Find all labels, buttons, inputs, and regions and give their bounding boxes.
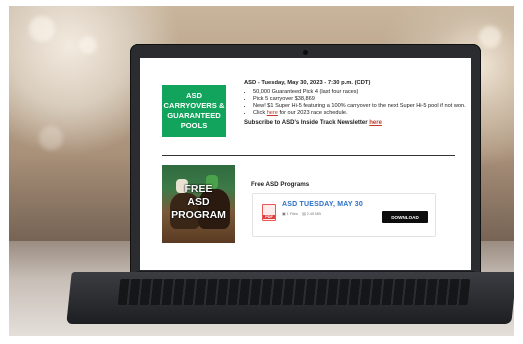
- program-meta: ▣ 1 Files ▤ 2.45 MB: [282, 211, 321, 216]
- file-count-icon: ▣: [282, 212, 286, 216]
- promo-line: ASD: [185, 91, 203, 100]
- file-size: 2.45 MB: [306, 212, 321, 216]
- programs-title: Free ASD Programs: [251, 181, 310, 188]
- laptop-screen: ASD CARRYOVERS & GUARANTEED POOLS ASD - …: [140, 58, 471, 270]
- newsletter-subscribe: Subscribe to ASD's Inside Track Newslett…: [244, 120, 466, 127]
- free-program-thumbnail[interactable]: FREE ASD PROGRAM: [162, 165, 235, 243]
- file-size-icon: ▤: [302, 212, 306, 216]
- promo-line: GUARANTEED: [167, 111, 221, 120]
- subscribe-text: Subscribe to ASD's Inside Track Newslett…: [244, 120, 370, 126]
- news-heading: ASD - Tuesday, May 30, 2023 - 7:30 p.m. …: [244, 80, 371, 86]
- schedule-suffix: for our 2023 race schedule.: [277, 110, 348, 116]
- schedule-prefix: Click: [253, 110, 267, 116]
- news-list: 50,000 Guaranteed Pick 4 (last four race…: [244, 89, 466, 117]
- schedule-link[interactable]: here: [267, 110, 278, 116]
- promo-line: CARRYOVERS &: [163, 101, 225, 110]
- thumbnail-line: FREE: [184, 183, 213, 195]
- background-photo: ASD CARRYOVERS & GUARANTEED POOLS ASD - …: [9, 6, 514, 336]
- carryovers-promo-banner[interactable]: ASD CARRYOVERS & GUARANTEED POOLS: [162, 85, 226, 137]
- promo-line: POOLS: [180, 121, 208, 130]
- section-divider: [162, 155, 455, 156]
- subscribe-link[interactable]: here: [369, 120, 382, 126]
- news-item-schedule: Click here for our 2023 race schedule.: [253, 110, 466, 117]
- thumbnail-line: ASD: [187, 196, 210, 208]
- laptop-lid: ASD CARRYOVERS & GUARANTEED POOLS ASD - …: [130, 44, 481, 276]
- news-item: Pick 5 carryover $38,869: [253, 96, 466, 103]
- news-item: New! $1 Super Hi-5 featuring a 100% carr…: [253, 103, 466, 110]
- thumbnail-line: PROGRAM: [171, 209, 226, 221]
- file-count: 1 Files: [286, 212, 298, 216]
- program-title-link[interactable]: ASD TUESDAY, MAY 30: [282, 201, 363, 208]
- download-button[interactable]: DOWNLOAD: [382, 211, 428, 223]
- program-download-card: PDF ASD TUESDAY, MAY 30 ▣ 1 Files ▤ 2.45…: [252, 193, 436, 237]
- laptop-keyboard: [117, 279, 471, 305]
- pdf-label: PDF: [263, 215, 275, 219]
- webcam: [303, 50, 308, 55]
- news-item: 50,000 Guaranteed Pick 4 (last four race…: [253, 89, 466, 96]
- race-news: ASD - Tuesday, May 30, 2023 - 7:30 p.m. …: [244, 80, 466, 127]
- pdf-icon: PDF: [262, 204, 276, 221]
